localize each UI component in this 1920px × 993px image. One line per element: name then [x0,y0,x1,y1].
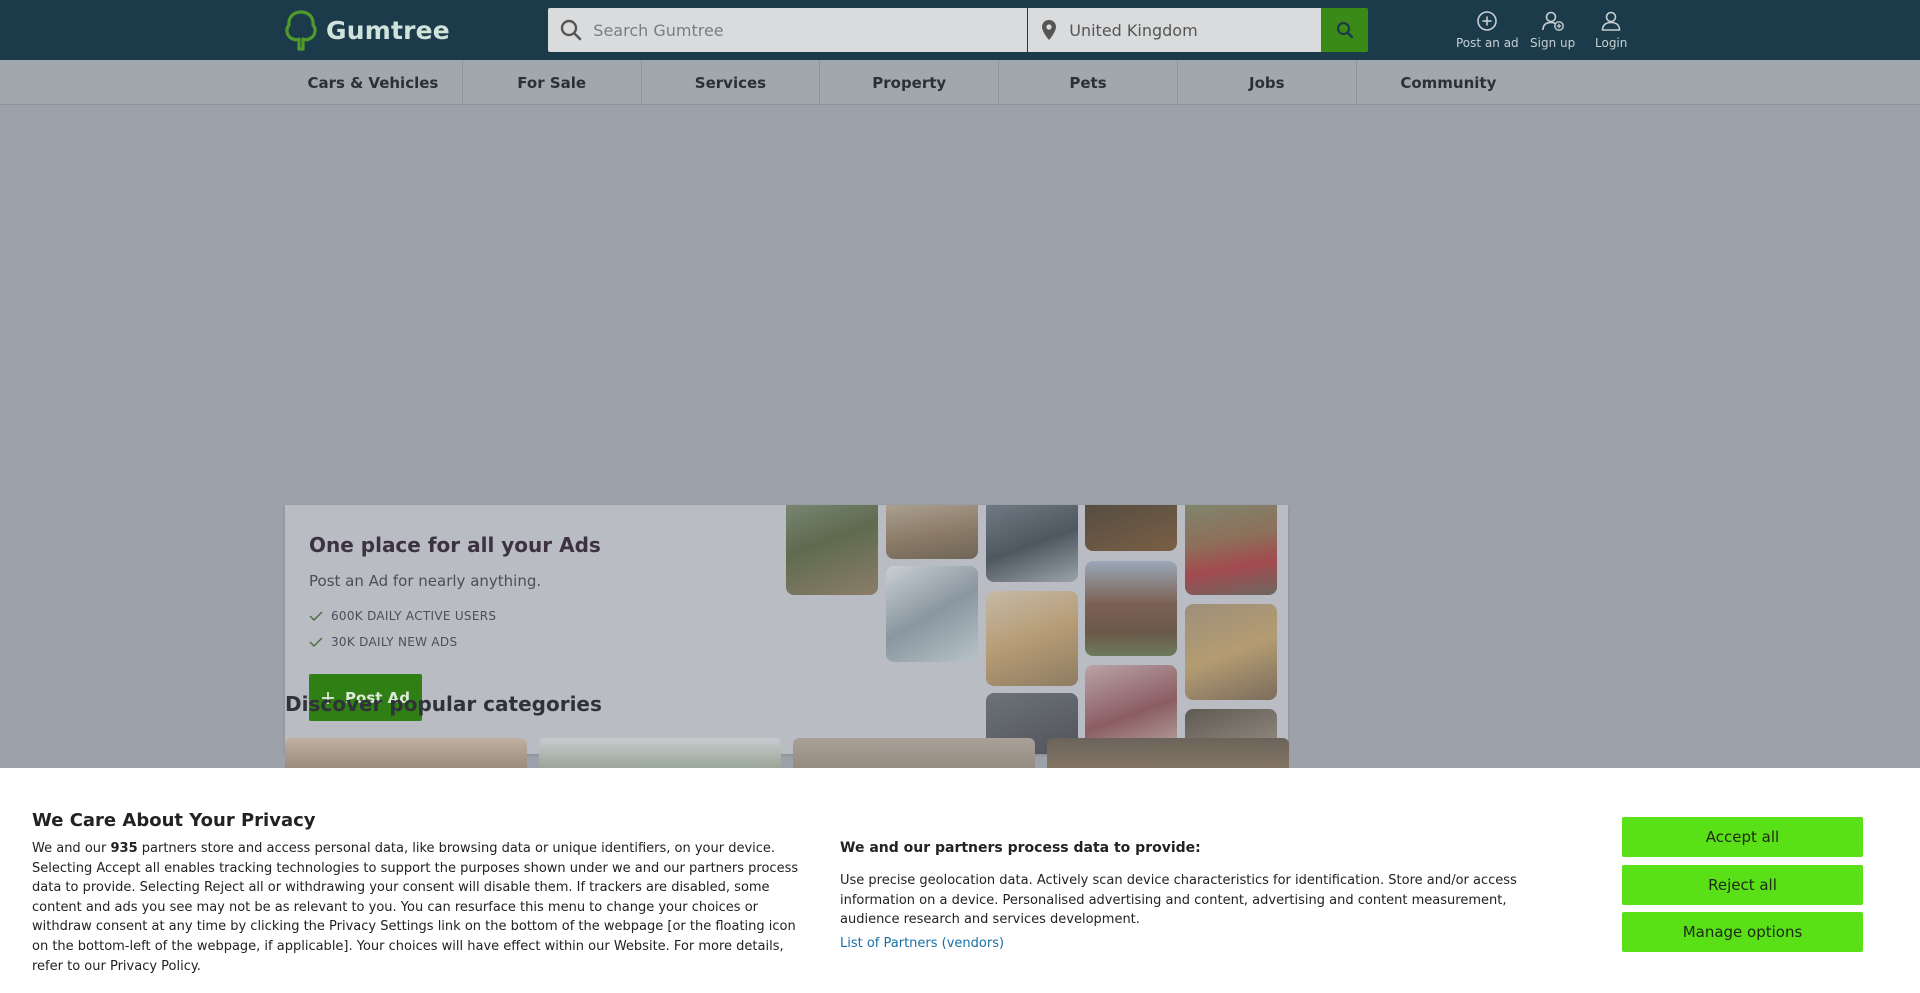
location-pin-icon [1028,19,1069,41]
search-field[interactable] [548,8,1027,52]
reject-all-button[interactable]: Reject all [1622,865,1863,905]
feature-label: 600K DAILY ACTIVE USERS [331,609,497,623]
location-field[interactable] [1028,8,1321,52]
handshake-photo [886,566,978,662]
phone-photo [986,505,1078,582]
post-ad-hero: One place for all your Ads Post an Ad fo… [285,505,1288,754]
consent-description: We and our 935 partners store and access… [32,841,799,974]
partner-count: 935 [110,841,138,856]
search-icon [1336,21,1353,39]
living-room-photo [886,505,978,559]
search-button[interactable] [1321,8,1368,52]
post-an-ad-link[interactable]: Post an ad [1456,10,1519,50]
hero-title: One place for all your Ads [309,533,601,557]
category-nav: Cars & Vehicles For Sale Services Proper… [0,60,1920,105]
login-label: Login [1595,36,1628,50]
consent-title: We Care About Your Privacy [32,810,316,831]
hero-subtitle: Post an Ad for nearly anything. [309,572,542,590]
sign-up-link[interactable]: Sign up [1530,10,1575,50]
check-icon [309,637,323,647]
nav-item-cars-vehicles[interactable]: Cars & Vehicles [284,60,463,105]
feature-item: 30K DAILY NEW ADS [309,629,496,655]
purposes-title: We and our partners process data to prov… [840,840,1201,856]
feature-item: 600K DAILY ACTIVE USERS [309,603,496,629]
accept-all-button[interactable]: Accept all [1622,817,1863,857]
discover-heading: Discover popular categories [285,692,602,716]
manage-options-button[interactable]: Manage options [1622,912,1863,952]
logo-text: Gumtree [326,15,450,45]
nav-item-for-sale[interactable]: For Sale [463,60,642,105]
purposes-description: Use precise geolocation data. Actively s… [840,873,1517,928]
nav-item-jobs[interactable]: Jobs [1178,60,1357,105]
vendors-list-link[interactable]: List of Partners (vendors) [840,936,1004,951]
user-icon [1601,11,1621,31]
armchair-photo [786,505,878,595]
nav-item-services[interactable]: Services [642,60,821,105]
search-input[interactable] [593,20,1027,40]
login-link[interactable]: Login [1595,10,1627,50]
check-icon [309,611,323,621]
privacy-consent-banner: We Care About Your Privacy We and our 93… [0,768,1920,993]
site-header: Gumtree Post an ad Sign up Login [0,0,1920,60]
gumtree-logo[interactable]: Gumtree [284,9,450,51]
nav-item-pets[interactable]: Pets [999,60,1178,105]
plus-circle-icon [1477,11,1498,31]
house-photo [1085,561,1177,656]
search-icon [548,19,593,41]
post-an-ad-label: Post an ad [1456,36,1519,50]
hero-feature-list: 600K DAILY ACTIVE USERS 30K DAILY NEW AD… [309,603,496,655]
dog-photo [986,591,1078,686]
sign-up-label: Sign up [1530,36,1576,50]
craftsman-photo [1185,604,1277,700]
red-car-photo [1185,505,1277,595]
user-plus-icon [1541,11,1564,31]
nav-item-community[interactable]: Community [1357,60,1540,105]
item-photo [1085,505,1177,551]
feature-label: 30K DAILY NEW ADS [331,635,458,649]
tree-logo-icon [285,10,317,51]
location-input[interactable] [1069,20,1321,40]
nav-item-property[interactable]: Property [820,60,1000,105]
